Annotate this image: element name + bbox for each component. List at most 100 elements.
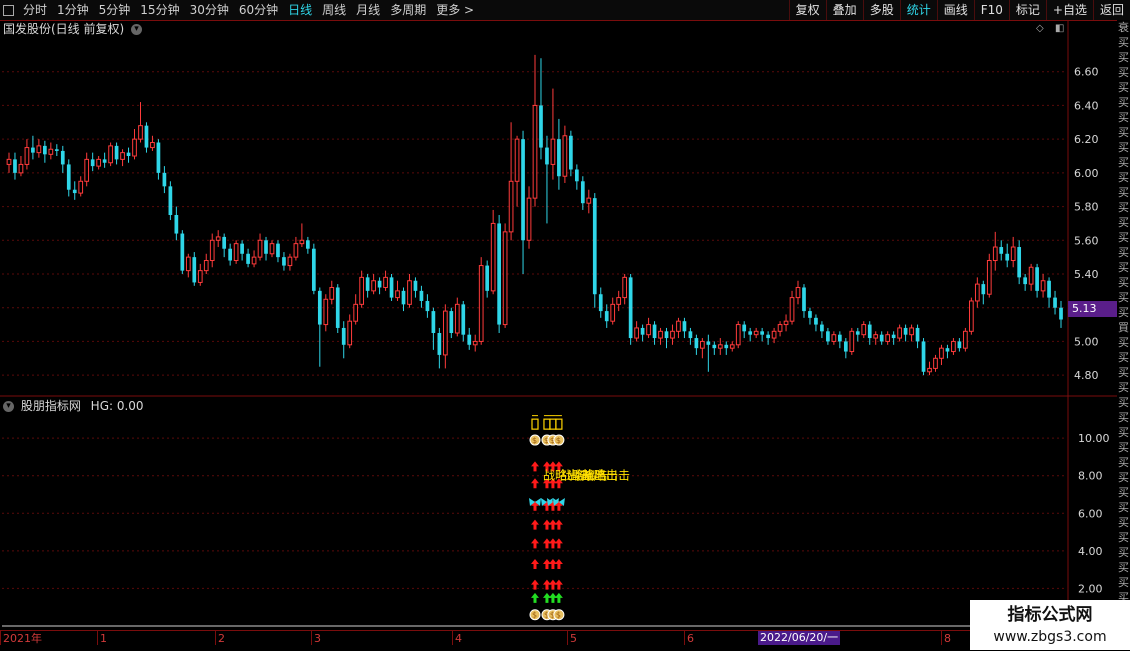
candle-body (431, 311, 436, 333)
candle-body (485, 265, 490, 291)
candle-body (276, 243, 280, 258)
watermark-url: www.zbgs3.com (993, 629, 1107, 645)
y-tick-label: 2.00 (1078, 582, 1103, 595)
side-strip-char: 买 (1118, 471, 1129, 484)
candle-body (688, 331, 693, 339)
candle-body (968, 300, 974, 332)
candle-body (240, 243, 244, 254)
candle-body (808, 311, 812, 318)
candle-body (395, 290, 400, 299)
candle-body (144, 125, 149, 148)
candle-body (389, 277, 394, 298)
up-arrow-icon (554, 538, 563, 549)
candle-body (849, 330, 855, 353)
side-strip-char: 买 (1118, 111, 1129, 124)
up-arrow-icon (531, 461, 539, 472)
candle-body (729, 344, 735, 349)
candle-body (48, 148, 54, 155)
candle-body (891, 334, 896, 339)
candle-body (628, 277, 633, 339)
side-strip-char: 買 (1118, 321, 1129, 334)
side-strip-char: 买 (1118, 291, 1129, 304)
y-tick-label: 5.40 (1074, 268, 1099, 281)
candle-body (36, 145, 42, 154)
side-strip-char: 买 (1118, 546, 1129, 559)
candle-body (550, 138, 556, 165)
up-arrow-icon (531, 559, 539, 570)
candle-body (753, 330, 759, 336)
candle-body (837, 334, 842, 342)
candle-body (180, 233, 185, 271)
candle-body (335, 287, 340, 328)
side-strip-char: 买 (1118, 561, 1129, 574)
candle-body (658, 330, 663, 339)
candle-body (437, 333, 442, 355)
y-tick-label: 6.60 (1074, 66, 1099, 79)
candle-body (108, 145, 113, 164)
candle-body (879, 334, 884, 342)
candle-body (365, 277, 370, 291)
y-tick-label: 4.80 (1074, 369, 1099, 382)
side-strip-char: 买 (1118, 501, 1129, 514)
candle-body (18, 163, 24, 174)
x-tick-mark (684, 631, 685, 645)
x-tick-mark (941, 631, 942, 645)
side-strip[interactable]: 衰买买买买买买买买买买买买买买买买买买买買买买买买买买买买买买买买买买买买买买买 (1117, 20, 1130, 630)
candle-body (1053, 297, 1057, 308)
side-strip-char: 买 (1118, 306, 1129, 319)
x-tick-mark (311, 631, 312, 645)
candle-body (814, 317, 818, 325)
x-tick-label: 8 (944, 632, 951, 645)
candle-body (102, 159, 107, 163)
candle-body (640, 327, 645, 335)
candle-body (377, 280, 382, 288)
candle-body (557, 139, 561, 177)
signal-bracket (549, 418, 557, 430)
candle-body (306, 240, 310, 249)
side-strip-char: 买 (1118, 246, 1129, 259)
candle-body (795, 286, 801, 299)
candle-body (114, 145, 119, 160)
candle-body (90, 159, 95, 167)
candle-body (742, 324, 747, 332)
candle-body (24, 147, 30, 165)
candle-body (66, 164, 71, 190)
candle-body (478, 265, 484, 342)
candle-body (545, 147, 549, 165)
chart-canvas[interactable]: 6.606.406.206.005.805.605.405.205.004.80… (0, 0, 1130, 650)
side-strip-char: 买 (1118, 276, 1129, 289)
candle-body (760, 331, 764, 335)
watermark: 指标公式网 www.zbgs3.com (970, 600, 1130, 650)
candle-body (383, 276, 388, 288)
candle-body (317, 290, 322, 325)
candle-body (233, 243, 239, 262)
candle-body (490, 222, 496, 292)
candle-body (706, 341, 711, 345)
candle-body (96, 158, 102, 167)
candle-body (293, 243, 299, 258)
side-strip-char: 买 (1118, 396, 1129, 409)
up-arrow-icon (554, 559, 563, 570)
side-strip-char: 买 (1118, 486, 1129, 499)
side-strip-char: 买 (1118, 231, 1129, 244)
y-tick-label: 8.00 (1078, 470, 1103, 483)
candle-body (502, 231, 508, 326)
candle-body (748, 331, 753, 335)
side-strip-char: 买 (1118, 456, 1129, 469)
candle-body (246, 253, 250, 264)
candle-body (909, 327, 914, 336)
x-tick-label: 4 (455, 632, 462, 645)
candle-body (652, 324, 657, 339)
candle-body (867, 324, 872, 339)
side-strip-char: 买 (1118, 141, 1129, 154)
candle-body (168, 186, 173, 215)
y-tick-label: 6.00 (1074, 167, 1099, 180)
candle-body (1059, 307, 1063, 320)
candle-body (921, 341, 926, 372)
candle-body (1035, 267, 1039, 291)
candle-body (341, 327, 346, 345)
x-tick-mark (567, 631, 568, 645)
candle-body (903, 327, 908, 335)
candle-body (222, 236, 227, 249)
candle-body (945, 348, 950, 352)
